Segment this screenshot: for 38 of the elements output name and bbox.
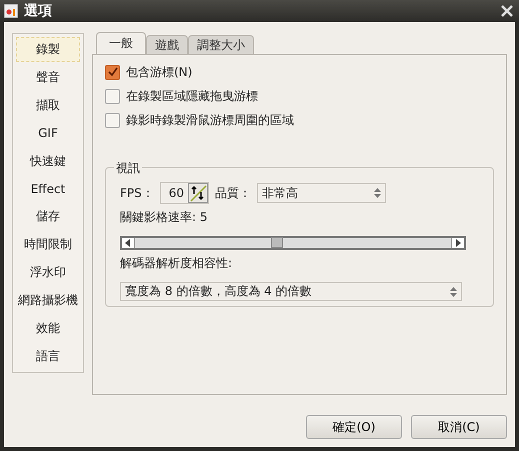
sidebar-item[interactable]: 浮水印 [16,260,80,286]
close-icon[interactable] [501,5,513,17]
quality-label: 品質： [215,184,252,202]
slider-thumb[interactable] [271,237,284,248]
sidebar-item[interactable]: 時間限制 [16,232,80,258]
sidebar-item[interactable]: 網路攝影機 [16,288,80,314]
up-down-arrows-icon [450,286,457,296]
quality-dropdown[interactable]: 非常高 [257,183,386,203]
group-title: 視訊 [114,160,142,177]
checkbox[interactable] [105,112,120,128]
sidebar-item[interactable]: 快速鍵 [16,148,80,174]
compat-dropdown[interactable]: 寬度為 8 的倍數，高度為 4 的倍數 [120,282,462,301]
up-down-arrows-icon [374,188,382,198]
sidebar-item[interactable]: Effect [16,176,80,202]
dialog-button[interactable]: 取消(C) [411,415,507,439]
checkbox-label: 包含游標(N) [126,64,192,80]
tab[interactable]: 遊戲 [146,35,188,54]
fps-label: FPS： [120,184,154,202]
checkbox[interactable] [105,88,120,104]
sidebar-item[interactable]: 聲音 [16,64,80,90]
sidebar-item[interactable]: 擷取 [16,92,80,118]
window-title: 選項 [24,2,53,20]
checkbox[interactable] [105,64,120,80]
sidebar-item[interactable]: 語言 [16,344,80,370]
fps-spinner[interactable]: 60 [160,182,210,204]
app-icon [4,4,18,18]
tab[interactable]: 調整大小 [188,35,254,54]
checkbox-label: 在錄製區域隱藏拖曳游標 [126,88,258,104]
compat-label: 解碼器解析度相容性: [120,255,234,272]
sidebar-item[interactable]: 效能 [16,316,80,342]
dialog-button[interactable]: 確定(O) [306,415,402,439]
tab[interactable]: 一般 [96,32,146,54]
keyframe-label: 關鍵影格速率: 5 [120,209,208,226]
checkbox-label: 錄影時錄製滑鼠游標周圍的區域 [126,112,294,128]
sidebar-item[interactable]: 錄製 [16,37,80,62]
sidebar-item[interactable]: GIF [16,120,80,146]
sidebar-item[interactable]: 儲存 [16,204,80,230]
keyframe-slider[interactable] [120,236,466,250]
